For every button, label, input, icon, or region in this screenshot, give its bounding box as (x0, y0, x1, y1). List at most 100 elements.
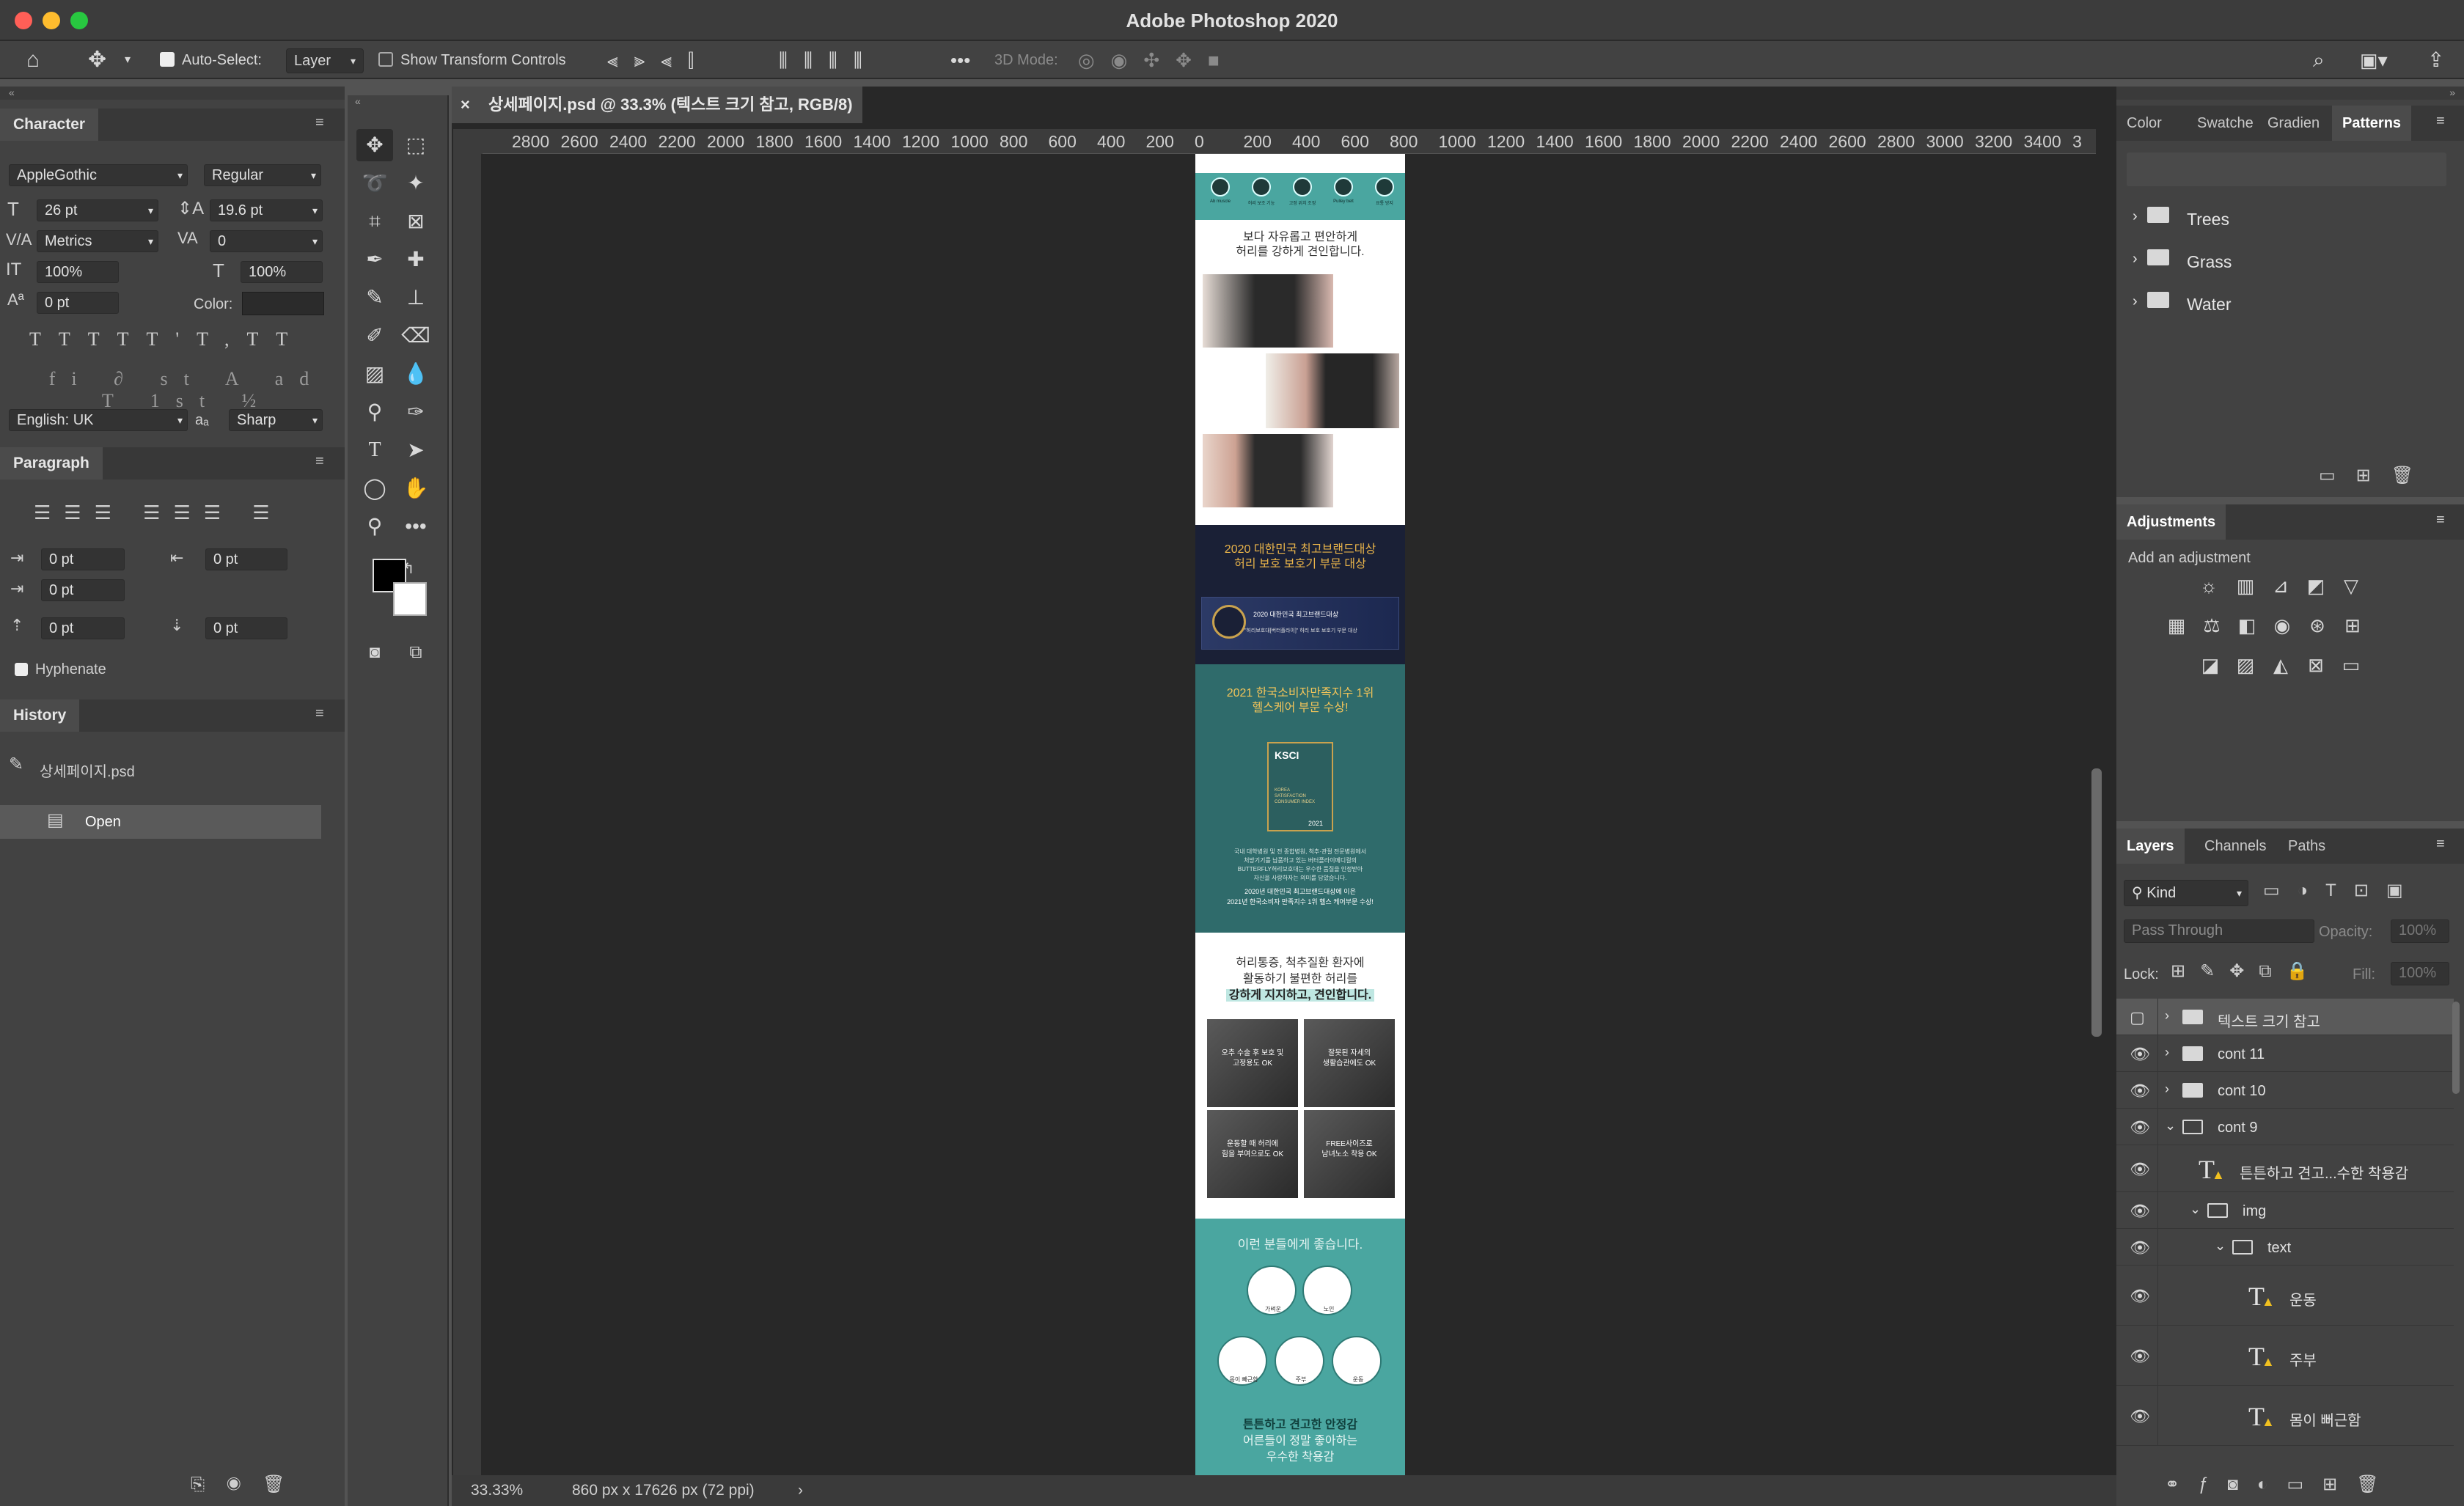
eyedropper-tool-icon[interactable]: ✒ (356, 243, 393, 276)
collapse-tools-icon[interactable]: « (348, 95, 449, 107)
black-white-icon[interactable]: ◧ (2234, 614, 2260, 636)
chevron-down-icon[interactable]: ⌄ (2190, 1202, 2201, 1217)
eye-icon[interactable]: 👁 (2130, 1045, 2150, 1064)
tab-swatches[interactable]: Swatche (2187, 106, 2264, 141)
layer-row[interactable]: 👁 ⌄ text (2116, 1229, 2454, 1266)
quick-mask-icon[interactable]: ◙ (356, 636, 393, 669)
chevron-right-icon[interactable]: › (798, 1475, 803, 1506)
workspace-icon[interactable]: ▣▾ (2360, 48, 2388, 72)
share-icon[interactable]: ⇪ (2427, 48, 2444, 72)
transform-controls-checkbox[interactable]: Show Transform Controls (378, 48, 566, 72)
more-options-icon[interactable]: ••• (950, 48, 970, 72)
tab-gradients[interactable]: Gradien (2257, 106, 2330, 141)
indent-left-field[interactable]: 0 pt (41, 548, 125, 570)
color-lookup-icon[interactable]: ⊞ (2339, 614, 2366, 636)
tracking-field[interactable]: 0 ▾ (210, 230, 323, 252)
indent-first-field[interactable]: 0 pt (41, 579, 125, 601)
eye-icon[interactable]: 👁 (2130, 1202, 2150, 1221)
exposure-icon[interactable]: ◩ (2303, 575, 2329, 597)
align-icons[interactable]: ⫷⫸⫷⫿ (607, 48, 710, 72)
search-icon[interactable]: ⌕ (2313, 48, 2325, 72)
tab-history[interactable]: History (0, 699, 80, 732)
eye-icon[interactable]: 👁 (2130, 1287, 2150, 1306)
threshold-icon[interactable]: ◭ (2267, 654, 2294, 676)
language-select[interactable]: English: UK ▾ (9, 409, 188, 431)
chevron-right-icon[interactable]: › (2133, 251, 2138, 268)
collapse-left-icon[interactable]: « (0, 87, 345, 100)
crop-tool-icon[interactable]: ⌗ (356, 205, 393, 238)
ellipse-tool-icon[interactable]: ◯ (356, 472, 393, 504)
swap-colors-icon[interactable]: ↰ (397, 553, 419, 585)
distribute-icons[interactable]: ⫼⫼⫼⫼ (779, 48, 879, 72)
chevron-right-icon[interactable]: › (2133, 293, 2138, 310)
fill-field[interactable]: 100% (2391, 962, 2449, 985)
history-actions-icons[interactable]: ⎘◉🗑 (191, 1474, 307, 1495)
text-color-swatch[interactable] (242, 292, 324, 315)
chevron-right-icon[interactable]: › (2165, 1081, 2169, 1097)
layers-scrollbar[interactable] (2452, 1002, 2460, 1094)
panel-menu-icon[interactable]: ≡ (315, 114, 324, 131)
font-family-select[interactable]: AppleGothic ▾ (9, 164, 188, 186)
eye-icon[interactable]: 👁 (2130, 1160, 2150, 1179)
opentype-buttons[interactable]: fi ∂ st A ad T 1st ½ (29, 368, 345, 412)
chevron-down-icon[interactable]: ▾ (125, 48, 131, 72)
layer-row[interactable]: 👁 T ▲ 주부 (2116, 1326, 2454, 1386)
space-after-field[interactable]: 0 pt (205, 617, 287, 639)
photo-filter-icon[interactable]: ◉ (2269, 614, 2295, 636)
baseline-shift-field[interactable]: 0 pt (37, 292, 119, 314)
chevron-right-icon[interactable]: › (2133, 208, 2138, 225)
pattern-search[interactable] (2127, 153, 2446, 186)
move-tool-icon[interactable]: ✥ (356, 129, 393, 161)
pattern-folder[interactable]: › Trees (2127, 199, 2446, 238)
tab-adjustments[interactable]: Adjustments (2116, 504, 2226, 540)
layer-row[interactable]: 👁 T ▲ 몸이 뻐근함 (2116, 1386, 2454, 1446)
tab-character[interactable]: Character (0, 109, 99, 141)
eye-icon[interactable]: 👁 (2130, 1238, 2150, 1257)
background-color-swatch[interactable] (393, 582, 427, 616)
history-brush-tool-icon[interactable]: ✐ (356, 320, 393, 352)
tab-layers[interactable]: Layers (2116, 829, 2185, 864)
vertical-scale-field[interactable]: 100% (37, 261, 119, 283)
opacity-field[interactable]: 100% (2391, 919, 2449, 943)
marquee-tool-icon[interactable]: ⬚ (397, 129, 434, 161)
space-before-field[interactable]: 0 pt (41, 617, 125, 639)
eye-icon[interactable]: 👁 (2130, 1081, 2150, 1101)
tab-paragraph[interactable]: Paragraph (0, 447, 103, 480)
magic-wand-tool-icon[interactable]: ✦ (397, 167, 434, 199)
eye-icon[interactable]: 👁 (2130, 1407, 2150, 1426)
font-style-select[interactable]: Regular ▾ (204, 164, 321, 186)
healing-tool-icon[interactable]: ✚ (397, 243, 434, 276)
document-tab[interactable]: × 상세페이지.psd @ 33.3% (텍스트 크기 참고, RGB/8) (452, 87, 862, 123)
layer-row[interactable]: ▢ › 텍스트 크기 참고 (2116, 999, 2454, 1035)
vibrance-icon[interactable]: ▽ (2338, 575, 2364, 597)
layer-row[interactable]: 👁 T ▲ 튼튼하고 견고...수한 착용감 (2116, 1145, 2454, 1192)
document-canvas[interactable]: Ab muscle 허리 보조 기능 고정 위치 조정 Pulley belt 요통 방… (1195, 154, 1405, 1481)
blend-mode-select[interactable]: Pass Through (2124, 919, 2314, 943)
color-balance-icon[interactable]: ⚖ (2199, 614, 2225, 636)
hyphenate-checkbox[interactable]: Hyphenate (15, 661, 106, 678)
layers-actions-icons[interactable]: ⚭ƒ◙◐▭⊞🗑 (2165, 1474, 2398, 1495)
patterns-menu-icon[interactable]: ≡ (2436, 113, 2445, 130)
chevron-down-icon[interactable]: ⌄ (2215, 1238, 2226, 1254)
zoom-level[interactable]: 33.33% (471, 1475, 523, 1506)
layer-row[interactable]: 👁 ⌄ cont 9 (2116, 1109, 2454, 1145)
type-tool-icon[interactable]: T (356, 434, 393, 466)
lock-icons[interactable]: ⊞✎✥⧉🔒 (2171, 960, 2322, 982)
indent-right-field[interactable]: 0 pt (205, 548, 287, 570)
chevron-right-icon[interactable]: › (2165, 1008, 2169, 1024)
kerning-field[interactable]: Metrics ▾ (37, 230, 158, 252)
home-icon[interactable]: ⌂ (26, 48, 40, 72)
vertical-scrollbar[interactable] (2091, 768, 2102, 1037)
auto-select-dropdown[interactable]: Layer ▾ (286, 48, 364, 73)
layers-menu-icon[interactable]: ≡ (2436, 836, 2445, 853)
channel-mixer-icon[interactable]: ⊛ (2304, 614, 2331, 636)
font-size-field[interactable]: 26 pt ▾ (37, 199, 158, 221)
zoom-tool-icon[interactable]: ⚲ (356, 510, 393, 543)
chevron-right-icon[interactable]: › (2165, 1045, 2169, 1060)
stamp-tool-icon[interactable]: ⊥ (397, 282, 434, 314)
curves-icon[interactable]: ⊿ (2267, 575, 2294, 597)
pen-tool-icon[interactable]: ✑ (397, 396, 434, 428)
layer-filter-select[interactable]: ⚲ Kind ▾ (2124, 880, 2248, 906)
hue-saturation-icon[interactable]: ▦ (2163, 614, 2190, 636)
chevron-down-icon[interactable]: ⌄ (2165, 1118, 2176, 1134)
